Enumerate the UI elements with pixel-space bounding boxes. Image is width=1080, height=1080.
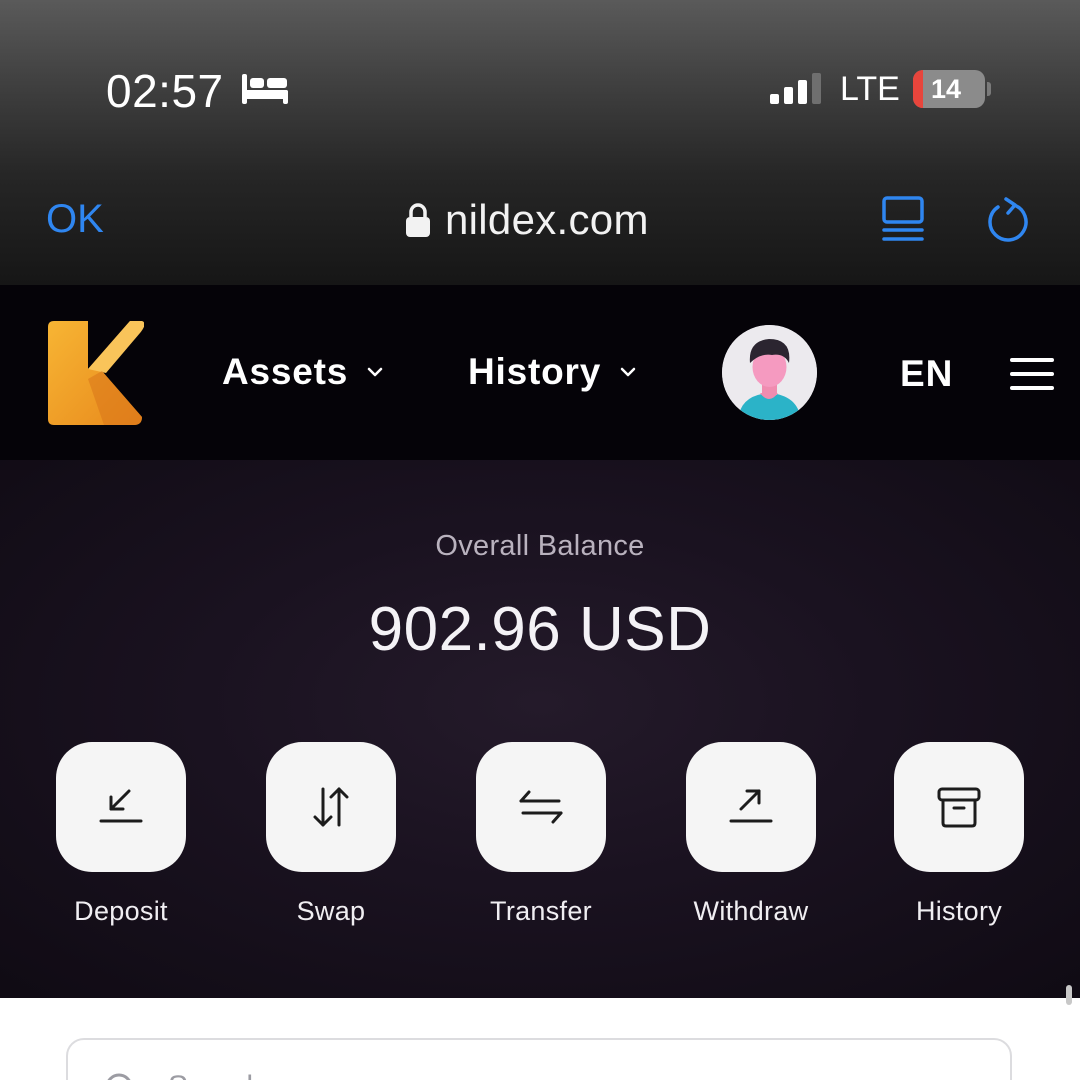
history-box-icon	[937, 787, 981, 828]
history-action-label: History	[915, 896, 1003, 926]
chevron-down-icon	[367, 367, 383, 377]
search-placeholder: Search	[168, 1070, 263, 1080]
browser-bar: OK nildex.com	[0, 175, 1080, 285]
reload-icon[interactable]	[984, 197, 1032, 247]
search-input[interactable]: Search	[66, 1038, 1012, 1080]
site-header: Assets History EN	[0, 285, 1080, 460]
menu-icon[interactable]	[1010, 357, 1054, 391]
history-action-button[interactable]: History	[894, 742, 1024, 927]
avatar[interactable]	[722, 325, 817, 420]
withdraw-icon	[729, 789, 773, 823]
logo[interactable]	[44, 319, 144, 427]
scrollbar[interactable]	[1066, 985, 1072, 1005]
address-bar[interactable]: nildex.com	[405, 195, 649, 245]
balance-value: 902.96 USD	[368, 595, 712, 664]
status-time: 02:57	[106, 65, 224, 117]
bed-icon	[242, 74, 288, 104]
network-label: LTE	[840, 70, 900, 108]
balance-section: Overall Balance 902.96 USD Deposit Swap …	[0, 460, 1080, 1000]
swap-tile[interactable]	[266, 742, 396, 872]
deposit-button[interactable]: Deposit	[56, 742, 186, 927]
withdraw-tile[interactable]	[686, 742, 816, 872]
swap-icon	[313, 787, 349, 827]
search-icon	[107, 1073, 131, 1080]
nav-assets-label: Assets	[222, 351, 349, 392]
deposit-icon	[99, 789, 143, 823]
action-bar: Deposit Swap Transfer Withdraw History	[56, 742, 1026, 932]
status-bar: 02:57 LTE 14	[0, 0, 1080, 175]
battery-cap	[987, 82, 991, 96]
history-tile[interactable]	[894, 742, 1024, 872]
nav-history-label: History	[468, 351, 602, 392]
withdraw-button[interactable]: Withdraw	[686, 742, 816, 927]
signal-icon	[770, 73, 821, 104]
url-text: nildex.com	[445, 196, 649, 243]
chevron-down-icon	[620, 367, 636, 377]
deposit-label: Deposit	[74, 896, 168, 926]
transfer-label: Transfer	[490, 896, 592, 926]
content-area: Search	[0, 998, 1080, 1080]
battery-level: 14	[930, 74, 962, 104]
transfer-icon	[519, 790, 563, 824]
transfer-button[interactable]: Transfer	[476, 742, 606, 927]
lock-icon	[406, 203, 430, 237]
ok-button[interactable]: OK	[46, 197, 104, 242]
battery-icon: 14	[913, 70, 985, 108]
avatar-person-icon	[722, 325, 817, 420]
balance-label: Overall Balance	[435, 530, 645, 562]
withdraw-label: Withdraw	[693, 896, 809, 926]
reader-icon[interactable]	[880, 195, 926, 247]
transfer-tile[interactable]	[476, 742, 606, 872]
nav-history[interactable]: History	[468, 351, 637, 393]
deposit-tile[interactable]	[56, 742, 186, 872]
app-screen: 02:57 LTE 14 OK nildex.com Assets Histor…	[0, 0, 1080, 1080]
language-selector[interactable]: EN	[900, 353, 953, 395]
nav-assets[interactable]: Assets	[222, 351, 384, 393]
swap-button[interactable]: Swap	[266, 742, 396, 927]
swap-label: Swap	[296, 896, 366, 926]
